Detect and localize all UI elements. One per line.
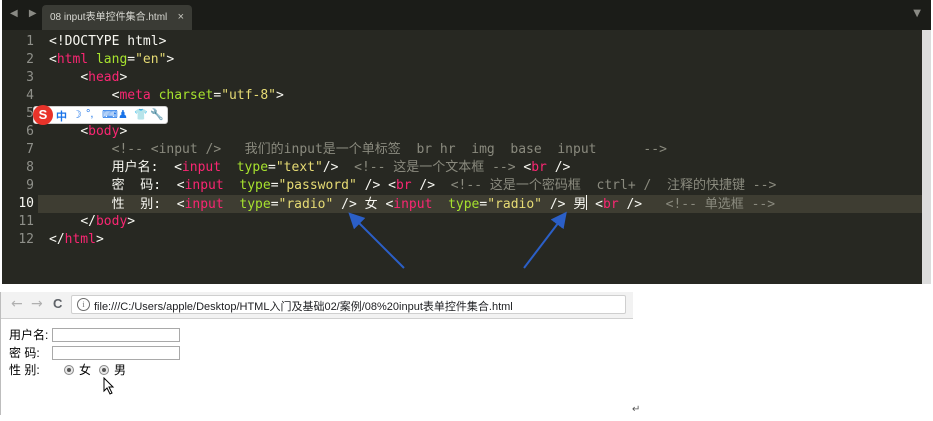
line-number: 5 — [26, 106, 34, 121]
keyboard-icon[interactable]: ⌨ — [102, 108, 118, 121]
return-mark-icon: ↵ — [632, 404, 641, 415]
back-button[interactable]: ← — [11, 296, 23, 312]
line-number: 12 — [18, 232, 34, 247]
user-icon[interactable]: ♟ — [118, 108, 128, 121]
ime-toolbar[interactable]: S 中 ☽ °, ⌨ ♟ 👕 🔧 — [33, 105, 168, 125]
code-line: 用户名: <input type="text"/> <!-- 这是一个文本框 -… — [49, 160, 571, 175]
line-number-gutter: 1 2 3 4 5 6 7 8 9 10 11 12 — [2, 30, 38, 284]
code-line: <!DOCTYPE html> — [49, 34, 167, 49]
reload-button[interactable]: C — [53, 296, 62, 311]
punctuation-icon[interactable]: °, — [86, 108, 93, 120]
line-number: 3 — [26, 70, 34, 85]
moon-icon[interactable]: ☽ — [72, 108, 82, 121]
code-line-active: 性 别: <input type="radio" /> 女 <input typ… — [38, 195, 931, 213]
code-editor-window: ◀ ▶ 08 input表单控件集合.html × ▼ 1 2 3 4 5 6 … — [2, 0, 931, 284]
code-line: <head> — [80, 70, 128, 85]
male-label: 男 — [114, 363, 127, 377]
line-number: 7 — [26, 142, 34, 157]
password-label: 密 码: — [9, 346, 40, 360]
gender-label: 性 别: — [9, 363, 40, 377]
annotation-arrow-right — [523, 211, 567, 269]
line-number: 1 — [26, 34, 34, 49]
chevron-down-icon[interactable]: ▼ — [913, 8, 921, 19]
code-line: <meta charset="utf-8"> — [111, 88, 284, 103]
sogou-logo-icon[interactable]: S — [33, 105, 53, 125]
browser-toolbar: ← → C i file:///C:/Users/apple/Desktop/H… — [1, 292, 633, 319]
wrench-icon[interactable]: 🔧 — [150, 108, 164, 121]
shirt-icon[interactable]: 👕 — [134, 108, 148, 121]
line-number-active: 10 — [18, 196, 34, 211]
code-line: 密 码: <input type="password" /> <br /> <!… — [49, 178, 777, 193]
code-line-comment: <!-- <input /> 我们的input是一个单标签 br hr img … — [49, 142, 667, 157]
line-number: 6 — [26, 124, 34, 139]
tab-file[interactable]: 08 input表单控件集合.html × — [42, 5, 192, 30]
info-icon[interactable]: i — [77, 298, 90, 311]
code-line: </html> — [49, 232, 104, 247]
url-text: file:///C:/Users/apple/Desktop/HTML入门及基础… — [94, 301, 513, 313]
line-number: 2 — [26, 52, 34, 67]
code-area[interactable]: <!DOCTYPE html> <html lang="en"> <head> … — [38, 30, 931, 284]
address-bar[interactable]: i file:///C:/Users/apple/Desktop/HTML入门及… — [71, 295, 626, 314]
scrollbar[interactable] — [922, 30, 931, 284]
line-number: 4 — [26, 88, 34, 103]
close-icon[interactable]: × — [178, 5, 184, 30]
forward-button[interactable]: → — [31, 296, 43, 312]
radio-female[interactable] — [64, 365, 74, 375]
line-number: 9 — [26, 178, 34, 193]
password-input[interactable] — [52, 346, 180, 360]
female-label: 女 — [79, 363, 92, 377]
radio-male[interactable] — [99, 365, 109, 375]
browser-window: ← → C i file:///C:/Users/apple/Desktop/H… — [0, 292, 633, 415]
tab-bar: ◀ ▶ 08 input表单控件集合.html × ▼ — [2, 0, 931, 30]
code-line: </body> — [80, 214, 136, 229]
form-row-password: 密 码: — [9, 345, 209, 362]
tab-title: 08 input表单控件集合.html — [50, 12, 168, 23]
line-number: 11 — [18, 214, 34, 229]
code-line: <html lang="en"> — [49, 52, 175, 67]
form-row-username: 用户名: — [9, 327, 209, 344]
mouse-cursor-icon — [103, 377, 115, 395]
annotation-arrow-left — [348, 212, 405, 269]
code-line: <body> — [80, 124, 128, 139]
line-number: 8 — [26, 160, 34, 175]
ime-mode-toggle[interactable]: 中 — [56, 108, 67, 124]
username-label: 用户名: — [9, 328, 49, 342]
tab-nav-arrows[interactable]: ◀ ▶ — [10, 8, 41, 19]
username-input[interactable] — [52, 328, 180, 342]
